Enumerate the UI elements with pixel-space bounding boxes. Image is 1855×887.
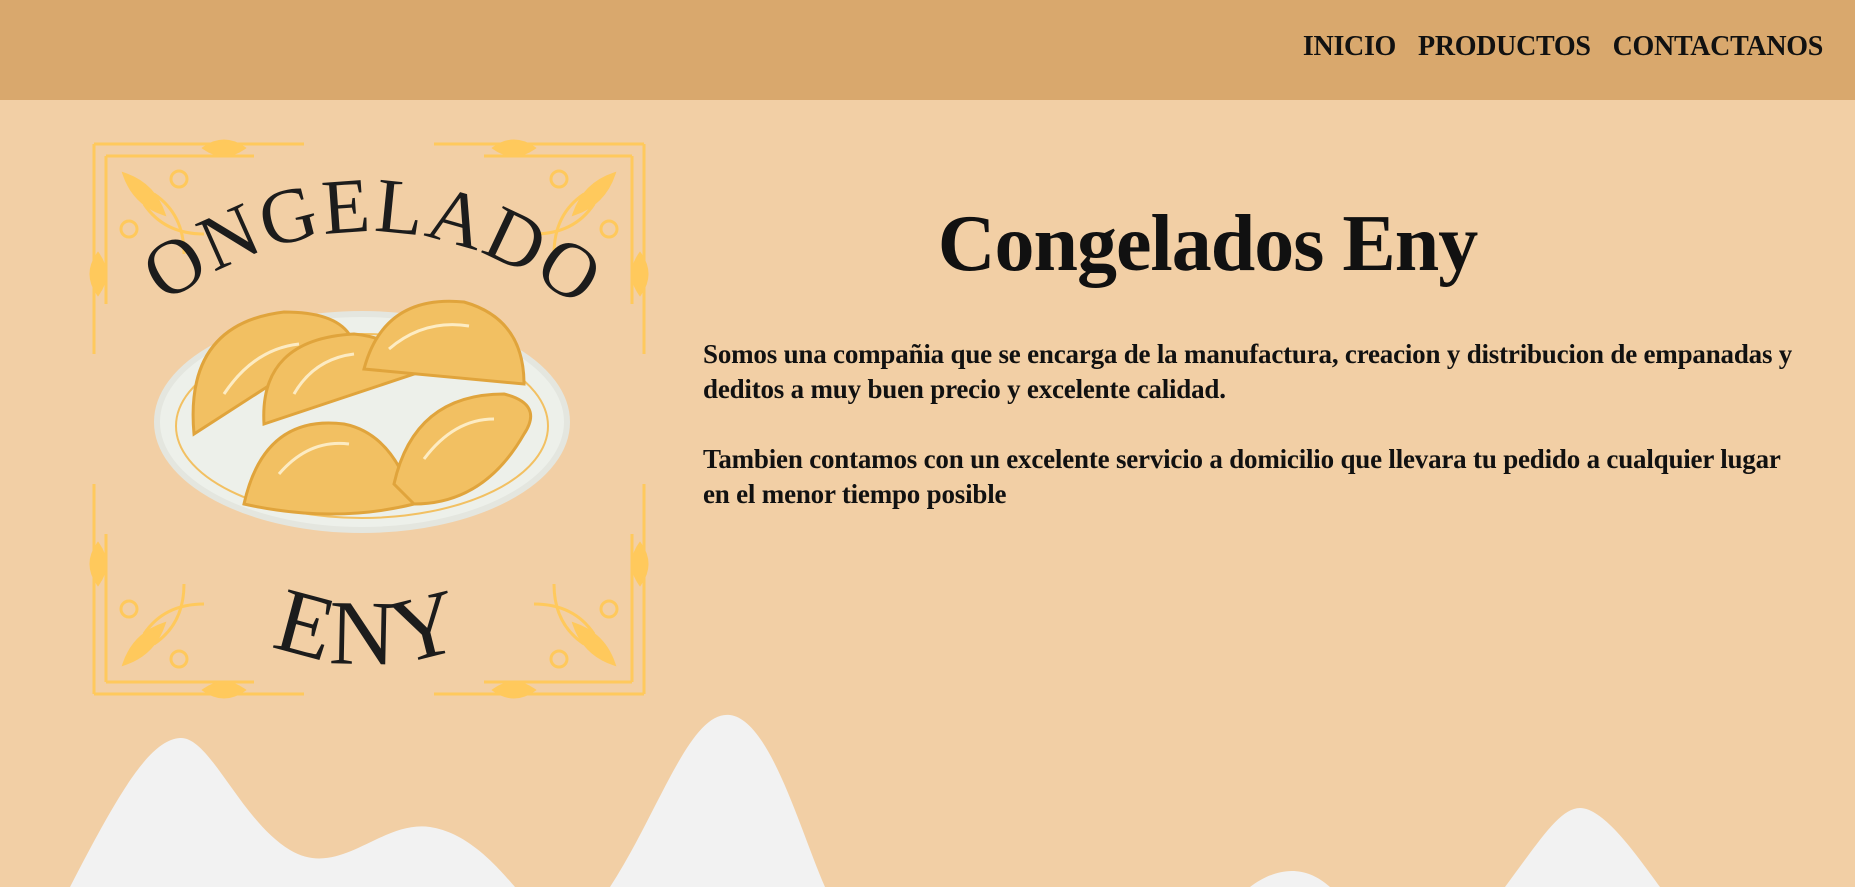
nav-link-inicio[interactable]: INICIO (1303, 28, 1396, 66)
logo-illustration: CONGELADOS ENY (57, 64, 649, 699)
brand-logo: CONGELADOS ENY (57, 64, 654, 704)
nav-link-contactanos[interactable]: CONTACTANOS (1613, 28, 1824, 66)
logo-top-text: CONGELADOS (57, 64, 617, 322)
svg-text:ENY: ENY (265, 568, 473, 685)
description-paragraph-2: Tambien contamos con un excelente servic… (703, 444, 1781, 509)
top-nav-bar: INICIO PRODUCTOS CONTACTANOS (0, 0, 1855, 100)
description-paragraph-1: Somos una compañia que se encarga de la … (703, 339, 1793, 404)
logo-bottom-text: ENY (265, 568, 469, 685)
page-title: Congelados Eny (937, 200, 1478, 288)
main-nav: INICIO PRODUCTOS CONTACTANOS (1303, 28, 1823, 66)
svg-text:CONGELADOS: CONGELADOS (84, 134, 619, 322)
nav-link-productos[interactable]: PRODUCTOS (1418, 28, 1591, 66)
decorative-waves (70, 714, 1660, 887)
hero-description: Somos una compañia que se encarga de la … (703, 337, 1813, 547)
